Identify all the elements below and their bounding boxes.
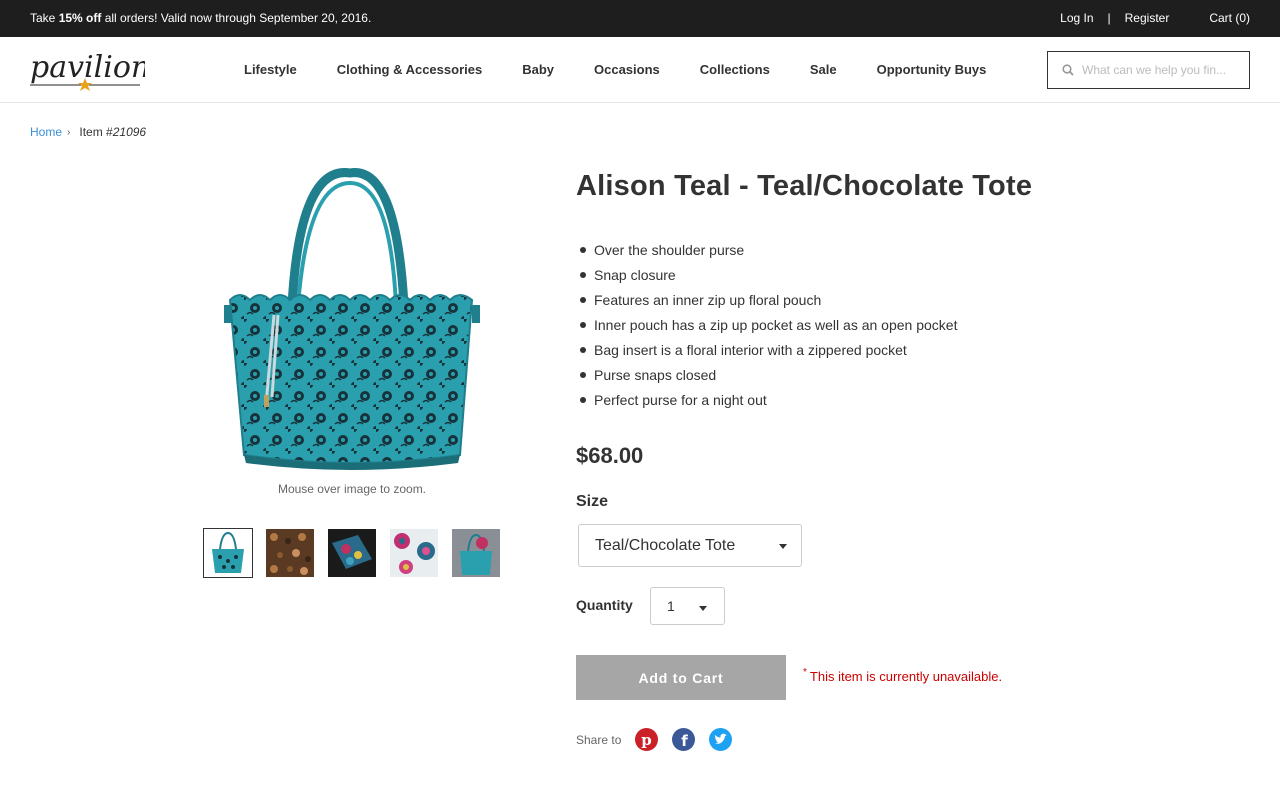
- login-link[interactable]: Log In: [1060, 11, 1093, 25]
- thumbnail-strip: [203, 528, 513, 578]
- pavilion-logo[interactable]: pavilion: [30, 45, 150, 95]
- feature-item: Snap closure: [580, 262, 957, 287]
- chevron-down-icon: [699, 606, 707, 611]
- feature-item: Purse snaps closed: [580, 362, 957, 387]
- main-nav: Lifestyle Clothing & Accessories Baby Oc…: [224, 62, 1006, 77]
- breadcrumb: Home › Item #21096: [30, 125, 146, 139]
- thumbnail-5[interactable]: [451, 528, 501, 578]
- nav-collections[interactable]: Collections: [680, 62, 790, 77]
- feature-list: Over the shoulder purse Snap closure Fea…: [580, 237, 957, 412]
- size-label: Size: [576, 493, 609, 510]
- account-links: Log In | Register Cart (0): [1060, 11, 1250, 25]
- svg-text:pavilion: pavilion: [30, 50, 145, 85]
- site-header: pavilion Lifestyle Clothing & Accessorie…: [0, 37, 1280, 103]
- feature-item: Features an inner zip up floral pouch: [580, 287, 957, 312]
- unavailable-asterisk: *: [803, 667, 807, 678]
- bullet-icon: [580, 296, 586, 303]
- svg-text:p: p: [642, 731, 653, 749]
- breadcrumb-home[interactable]: Home: [30, 125, 62, 139]
- feature-item: Inner pouch has a zip up pocket as well …: [580, 312, 957, 337]
- twitter-icon[interactable]: [709, 728, 733, 751]
- promo-discount: 15% off: [58, 11, 102, 25]
- thumbnail-4[interactable]: [389, 528, 439, 578]
- promo-suffix: all orders! Valid now through September …: [101, 11, 372, 25]
- nav-occasions[interactable]: Occasions: [574, 62, 680, 77]
- search-box[interactable]: [1047, 51, 1250, 89]
- feature-item: Bag insert is a floral interior with a z…: [580, 337, 957, 362]
- facebook-icon[interactable]: f: [672, 728, 696, 751]
- chevron-down-icon: [779, 544, 787, 549]
- size-select[interactable]: Teal/Chocolate Tote: [578, 524, 802, 567]
- bullet-icon: [580, 321, 586, 328]
- size-select-value: Teal/Chocolate Tote: [595, 536, 736, 554]
- unavailable-text: This item is currently unavailable.: [809, 669, 1003, 684]
- link-separator: |: [1107, 11, 1111, 25]
- thumbnail-2[interactable]: [265, 528, 315, 578]
- nav-sale[interactable]: Sale: [790, 62, 857, 77]
- bullet-icon: [580, 371, 586, 378]
- search-icon: [1062, 64, 1074, 76]
- bullet-icon: [580, 396, 586, 403]
- bullet-icon: [580, 271, 586, 278]
- product-main-image[interactable]: [200, 165, 500, 475]
- search-input[interactable]: [1082, 63, 1247, 77]
- add-to-cart-button[interactable]: Add to Cart: [576, 655, 786, 700]
- promo-message: Take 15% off all orders! Valid now throu…: [30, 11, 371, 25]
- product-price: $68.00: [576, 443, 644, 468]
- register-link[interactable]: Register: [1125, 11, 1170, 25]
- nav-baby[interactable]: Baby: [502, 62, 574, 77]
- thumbnail-3[interactable]: [327, 528, 377, 578]
- share-label: Share to: [576, 732, 622, 747]
- breadcrumb-item: Item #21096: [79, 125, 147, 139]
- thumbnail-1[interactable]: [203, 528, 253, 578]
- chevron-right-icon: ›: [67, 126, 71, 138]
- promo-bar: Take 15% off all orders! Valid now throu…: [0, 0, 1280, 37]
- pinterest-icon[interactable]: p: [635, 728, 659, 751]
- quantity-label: Quantity: [576, 597, 633, 613]
- nav-opportunity-buys[interactable]: Opportunity Buys: [857, 62, 1007, 77]
- quantity-select-value: 1: [667, 598, 675, 614]
- nav-clothing-accessories[interactable]: Clothing & Accessories: [317, 62, 502, 77]
- cart-link[interactable]: Cart (0): [1209, 11, 1250, 25]
- quantity-select[interactable]: 1: [650, 587, 725, 625]
- promo-prefix: Take: [30, 11, 59, 25]
- share-bar: Share to p f: [576, 728, 733, 751]
- bullet-icon: [580, 346, 586, 353]
- nav-lifestyle[interactable]: Lifestyle: [224, 62, 317, 77]
- zoom-hint: Mouse over image to zoom.: [277, 482, 427, 496]
- product-title: Alison Teal - Teal/Chocolate Tote: [576, 170, 1033, 202]
- feature-item: Over the shoulder purse: [580, 237, 957, 262]
- svg-text:f: f: [682, 732, 689, 750]
- unavailable-notice: * This item is currently unavailable.: [803, 667, 1003, 684]
- feature-item: Perfect purse for a night out: [580, 387, 957, 412]
- bullet-icon: [580, 246, 586, 253]
